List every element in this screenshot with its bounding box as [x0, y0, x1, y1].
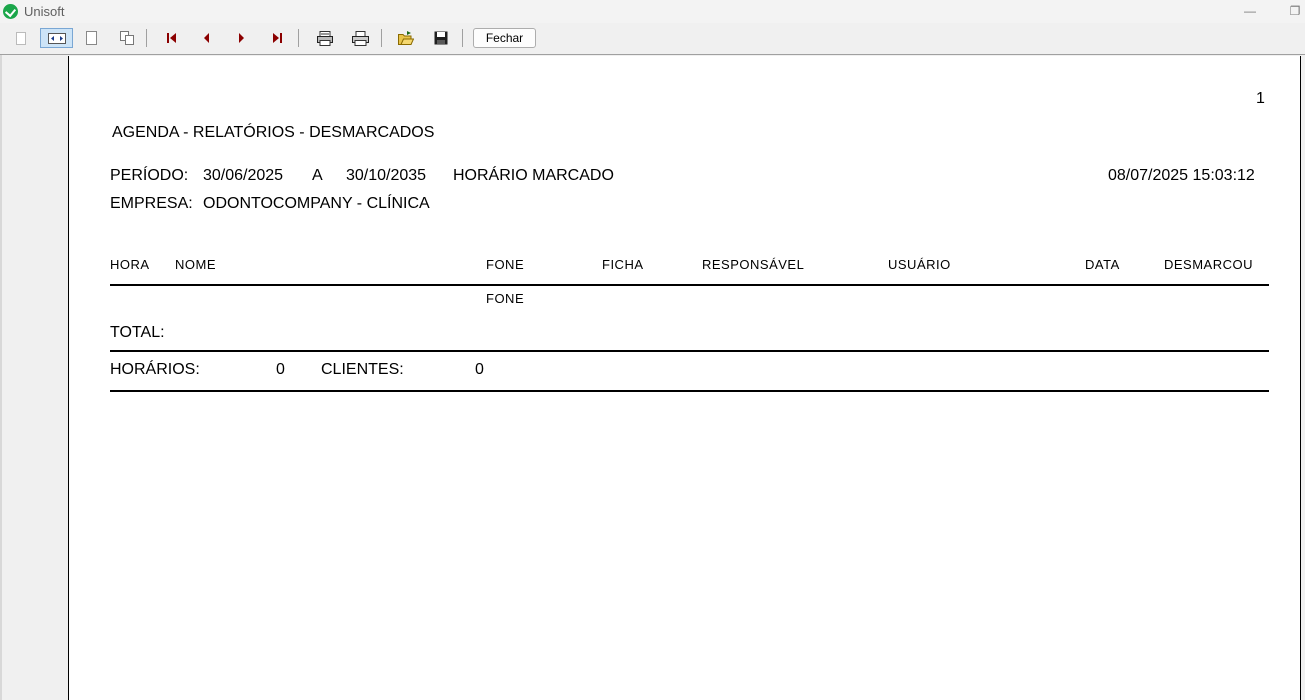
report-viewport[interactable]: 1 AGENDA - RELATÓRIOS - DESMARCADOS PERÍ… — [0, 54, 1305, 700]
toolbar-separator — [146, 29, 147, 47]
viewport-gutter — [0, 55, 2, 700]
close-button[interactable]: Fechar — [473, 28, 536, 48]
period-label: PERÍODO: — [110, 167, 189, 184]
restore-button[interactable]: ❐ — [1285, 2, 1305, 20]
clientes-value: 0 — [475, 361, 484, 378]
toolbar: Fechar — [0, 23, 1305, 54]
clientes-label: CLIENTES: — [321, 361, 404, 378]
first-page-icon[interactable] — [161, 28, 183, 48]
column-header-ficha: FICHA — [602, 257, 644, 272]
toolbar-separator — [381, 29, 382, 47]
app-logo-icon — [3, 4, 18, 19]
generated-at: 08/07/2025 15:03:12 — [1108, 167, 1255, 184]
page-width-icon[interactable] — [10, 28, 32, 48]
title-bar: Unisoft — ❐ — [0, 0, 1305, 23]
header-divider — [110, 284, 1269, 286]
report-title: AGENDA - RELATÓRIOS - DESMARCADOS — [112, 124, 435, 141]
print-icon[interactable] — [349, 28, 371, 48]
next-page-icon[interactable] — [230, 28, 252, 48]
company-label: EMPRESA: — [110, 195, 193, 212]
column-header-nome: NOME — [175, 257, 216, 272]
column-header-usuario: USUÁRIO — [888, 257, 951, 272]
footer-divider — [110, 390, 1269, 392]
column-header-hora: HORA — [110, 257, 150, 272]
column-header-data: DATA — [1085, 257, 1120, 272]
total-label: TOTAL: — [110, 324, 165, 341]
subheader-fone: FONE — [486, 291, 525, 306]
page-number: 1 — [1256, 90, 1265, 107]
last-page-icon[interactable] — [266, 28, 288, 48]
report-page: 1 AGENDA - RELATÓRIOS - DESMARCADOS PERÍ… — [68, 56, 1301, 700]
whole-page-icon[interactable] — [80, 28, 102, 48]
period-end: 30/10/2035 — [346, 167, 427, 184]
total-divider — [110, 350, 1269, 352]
column-header-desmarcou: DESMARCOU — [1164, 257, 1254, 272]
fit-width-icon[interactable] — [40, 28, 73, 48]
prev-page-icon[interactable] — [196, 28, 218, 48]
period-start: 30/06/2025 — [203, 167, 284, 184]
period-separator: A — [312, 167, 323, 184]
column-header-responsavel: RESPONSÁVEL — [702, 257, 805, 272]
minimize-button[interactable]: — — [1240, 2, 1260, 20]
toolbar-separator — [298, 29, 299, 47]
column-header-fone: FONE — [486, 257, 525, 272]
multi-page-icon[interactable] — [116, 28, 138, 48]
print-setup-icon[interactable] — [314, 28, 336, 48]
horarios-value: 0 — [276, 361, 285, 378]
toolbar-separator — [462, 29, 463, 47]
save-icon[interactable] — [430, 28, 452, 48]
window-title: Unisoft — [24, 4, 65, 19]
horarios-label: HORÁRIOS: — [110, 361, 200, 378]
company-value: ODONTOCOMPANY - CLÍNICA — [203, 195, 430, 212]
schedule-type: HORÁRIO MARCADO — [453, 167, 614, 184]
open-icon[interactable] — [395, 28, 417, 48]
